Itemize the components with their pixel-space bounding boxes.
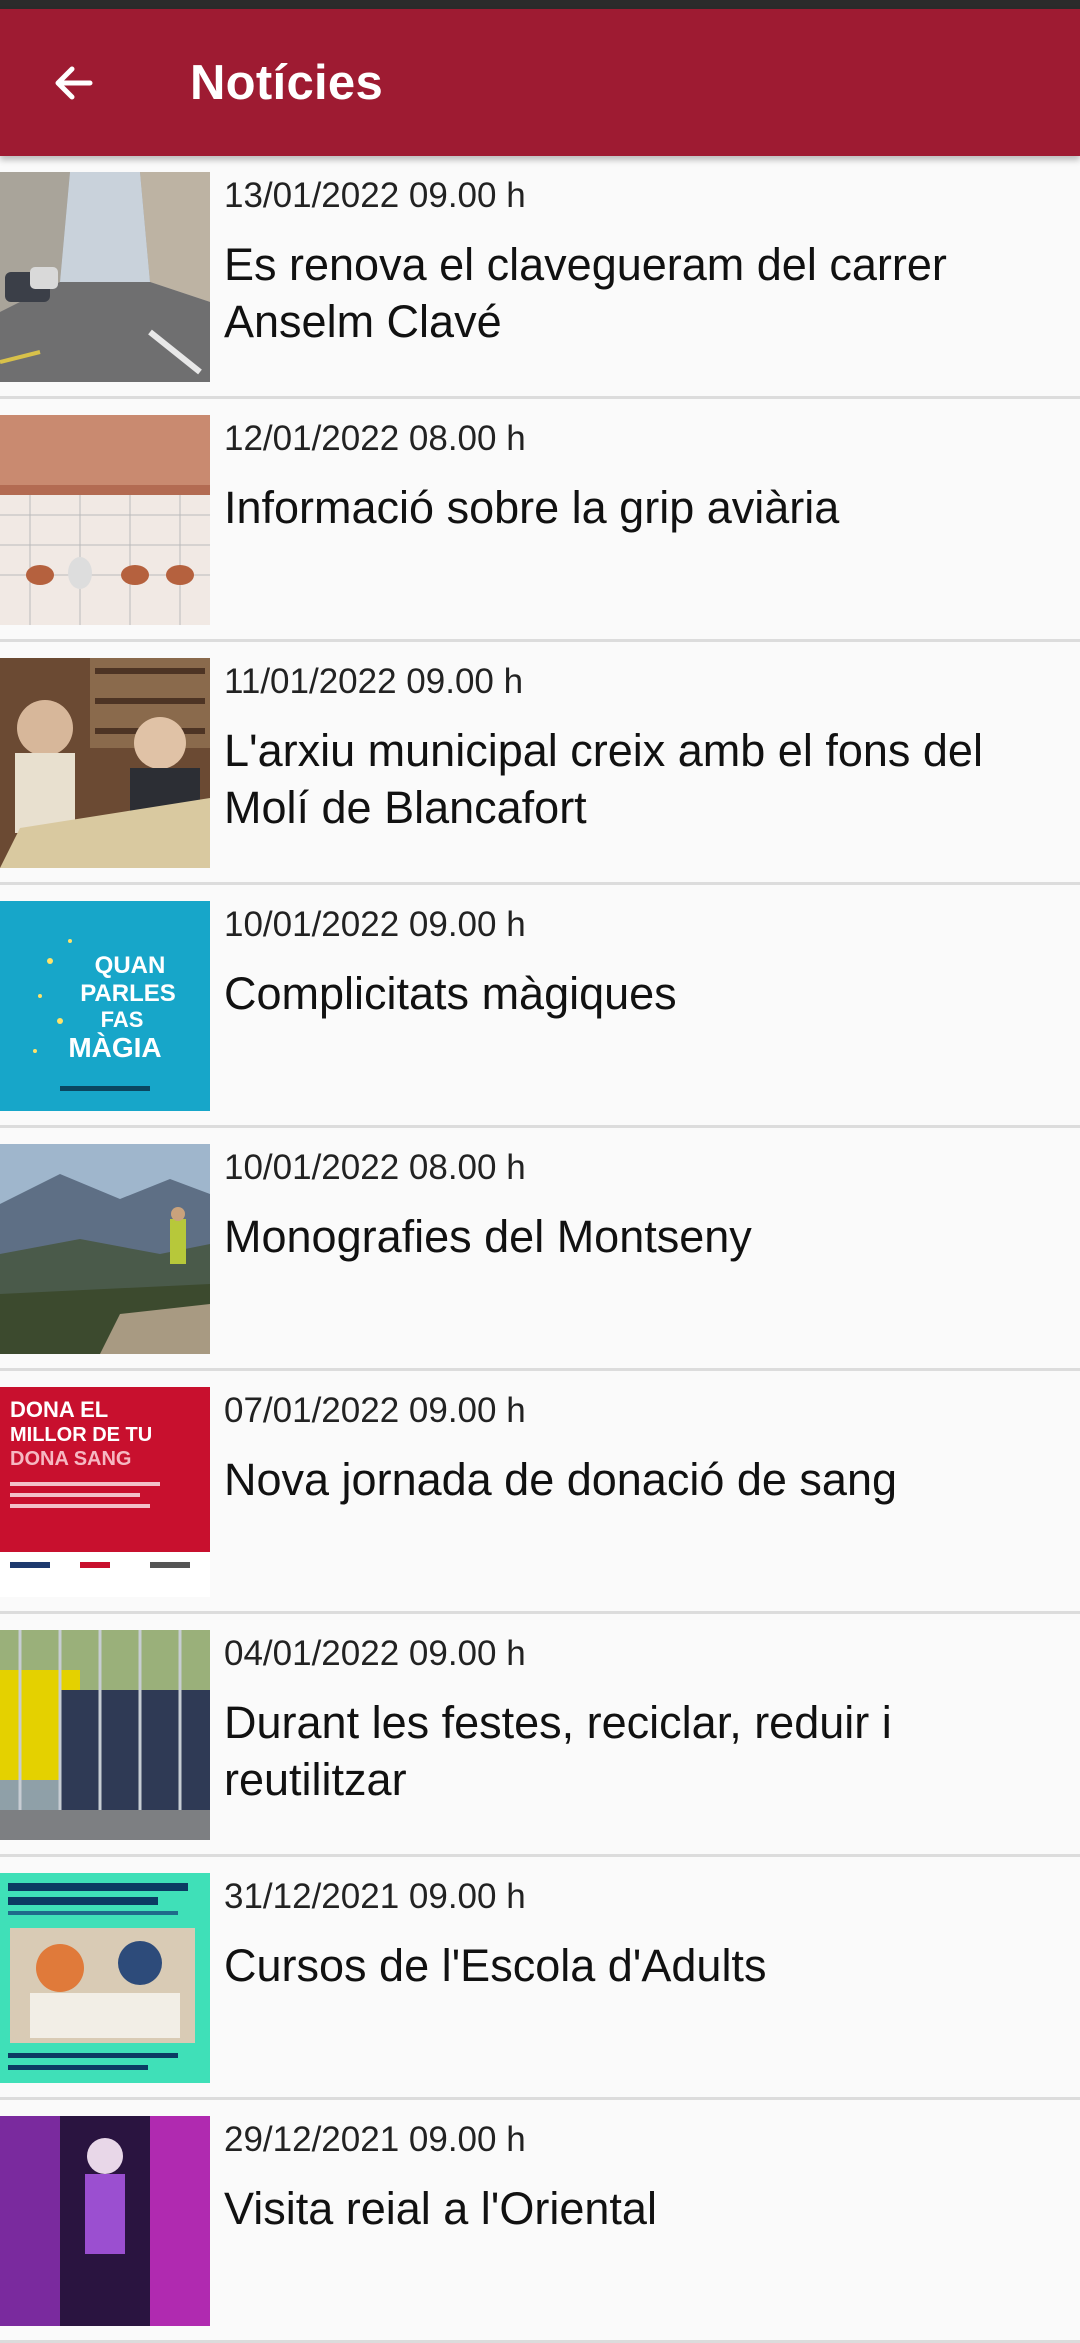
poster-text: QUAN [95,952,166,979]
news-thumbnail: DONA EL MILLOR DE TU DONA SANG [0,1387,210,1597]
news-title: Monografies del Montseny [224,1211,752,1262]
news-item[interactable]: QUAN PARLES FAS MÀGIA 10/01/2022 09.00 h… [0,885,1080,1128]
news-title: Complicitats màgiques [224,968,677,1019]
arrow-left-icon [55,66,93,100]
news-date: 11/01/2022 09.00 h [224,662,524,701]
back-button[interactable] [40,49,108,117]
news-title: Informació sobre la grip aviària [224,482,840,533]
poster-text: MILLOR DE TU [10,1424,152,1446]
news-thumbnail [0,2116,210,2326]
news-date: 12/01/2022 08.00 h [224,419,526,458]
news-title: Visita reial a l'Oriental [224,2183,657,2234]
news-date: 10/01/2022 09.00 h [224,905,526,944]
news-item[interactable]: DONA EL MILLOR DE TU DONA SANG 07/01/202… [0,1371,1080,1614]
news-date: 29/12/2021 09.00 h [224,2120,526,2159]
poster-text: MÀGIA [68,1032,161,1063]
news-date: 04/01/2022 09.00 h [224,1634,526,1673]
news-title: Durant les festes, reciclar, reduir i re… [224,1697,892,1805]
status-bar [0,0,1080,9]
news-item[interactable]: 29/12/2021 09.00 h Visita reial a l'Orie… [0,2100,1080,2343]
news-item[interactable]: 10/01/2022 08.00 h Monografies del Monts… [0,1128,1080,1371]
news-item[interactable]: 13/01/2022 09.00 h Es renova el clavegue… [0,156,1080,399]
news-item[interactable]: 04/01/2022 09.00 h Durant les festes, re… [0,1614,1080,1857]
poster-text: DONA SANG [10,1448,131,1470]
poster-text: PARLES [80,980,176,1007]
news-date: 07/01/2022 09.00 h [224,1391,526,1430]
app-bar: Notícies [0,9,1080,156]
news-list: 13/01/2022 09.00 h Es renova el clavegue… [0,156,1080,2343]
poster-text: FAS [101,1007,144,1032]
news-item[interactable]: 11/01/2022 09.00 h L'arxiu municipal cre… [0,642,1080,885]
news-item[interactable]: 31/12/2021 09.00 h Cursos de l'Escola d'… [0,1857,1080,2100]
page-title: Notícies [190,56,384,110]
news-thumbnail [0,172,210,382]
news-thumbnail [0,415,210,625]
news-date: 10/01/2022 08.00 h [224,1148,526,1187]
news-title: Cursos de l'Escola d'Adults [224,1940,767,1991]
news-title: Nova jornada de donació de sang [224,1454,898,1505]
news-date: 13/01/2022 09.00 h [224,176,526,215]
news-item[interactable]: 12/01/2022 08.00 h Informació sobre la g… [0,399,1080,642]
poster-text: DONA EL [10,1397,108,1422]
news-title: L'arxiu municipal creix amb el fons del … [224,725,983,833]
news-thumbnail [0,1144,210,1354]
news-thumbnail [0,1873,210,2083]
news-date: 31/12/2021 09.00 h [224,1877,526,1916]
news-thumbnail [0,1630,210,1840]
news-title: Es renova el clavegueram del carrer Anse… [224,239,947,347]
news-thumbnail [0,658,210,868]
news-thumbnail: QUAN PARLES FAS MÀGIA [0,901,210,1111]
